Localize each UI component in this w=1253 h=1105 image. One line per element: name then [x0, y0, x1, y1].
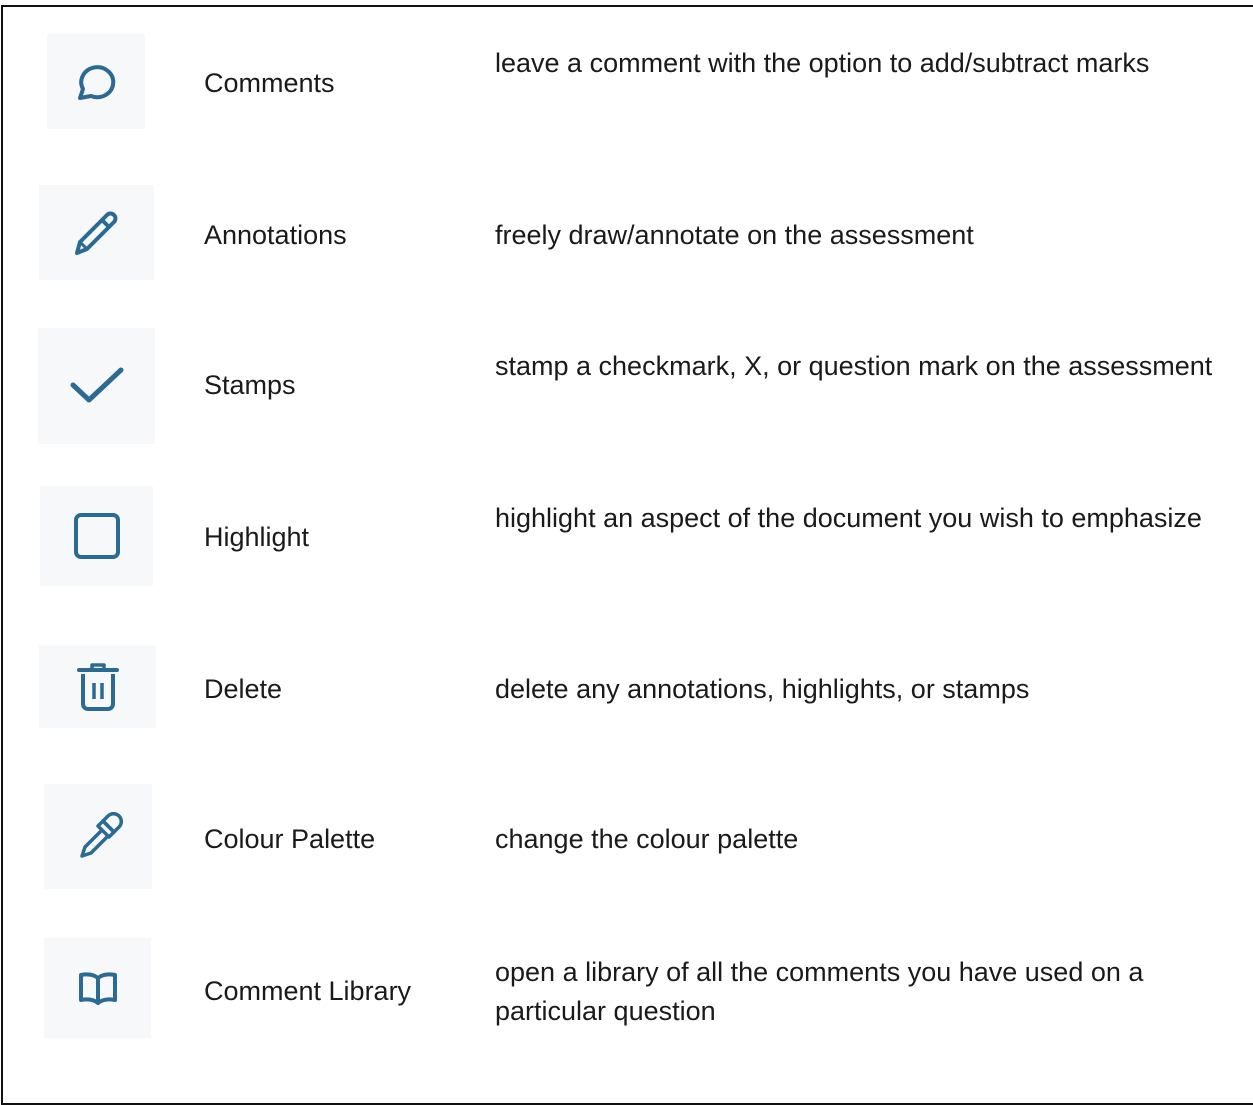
tool-row-colour-palette: Colour Palette change the colour palette: [0, 784, 1253, 889]
tool-label: Highlight: [204, 522, 310, 552]
tool-row-delete: Delete delete any annotations, highlight…: [0, 645, 1253, 745]
square-icon: [73, 513, 120, 559]
comment-tool-button[interactable]: [47, 34, 145, 129]
tool-description: open a library of all the comments you h…: [495, 957, 1144, 1026]
tool-label: Colour Palette: [204, 824, 376, 854]
tool-description: freely draw/annotate on the assessment: [495, 220, 974, 250]
tool-description: leave a comment with the option to add/s…: [495, 48, 1150, 78]
tool-label: Comment Library: [204, 976, 412, 1006]
highlight-tool-button[interactable]: [40, 486, 153, 586]
book-icon: [78, 972, 117, 1005]
eyedropper-icon: [80, 811, 123, 858]
comment-bubble-icon: [78, 64, 116, 100]
comment-library-tool-button[interactable]: [44, 938, 151, 1038]
tool-label: Delete: [204, 674, 283, 704]
tool-description: highlight an aspect of the document you …: [495, 503, 1202, 533]
tool-label: Stamps: [204, 370, 296, 400]
tool-label: Annotations: [204, 220, 347, 250]
annotation-tool-button[interactable]: [39, 185, 154, 280]
checkmark-icon: [70, 367, 123, 403]
tool-row-annotations: Annotations freely draw/annotate on the …: [0, 185, 1253, 285]
stamp-tool-button[interactable]: [38, 328, 155, 444]
colour-palette-tool-button[interactable]: [44, 784, 152, 889]
tool-label: Comments: [204, 68, 335, 98]
pencil-icon: [74, 211, 117, 255]
tool-description: change the colour palette: [495, 824, 799, 854]
tool-row-comments: Comments leave a comment with the option…: [0, 34, 1253, 134]
tool-row-stamps: Stamps stamp a checkmark, X, or question…: [0, 328, 1253, 444]
tool-description: delete any annotations, highlights, or s…: [495, 674, 1030, 704]
tool-description: stamp a checkmark, X, or question mark o…: [495, 351, 1213, 381]
tool-row-highlight: Highlight highlight an aspect of the doc…: [0, 486, 1253, 586]
trash-icon: [76, 662, 119, 711]
delete-tool-button[interactable]: [39, 645, 156, 728]
tool-row-comment-library: Comment Library open a library of all th…: [0, 938, 1253, 1038]
